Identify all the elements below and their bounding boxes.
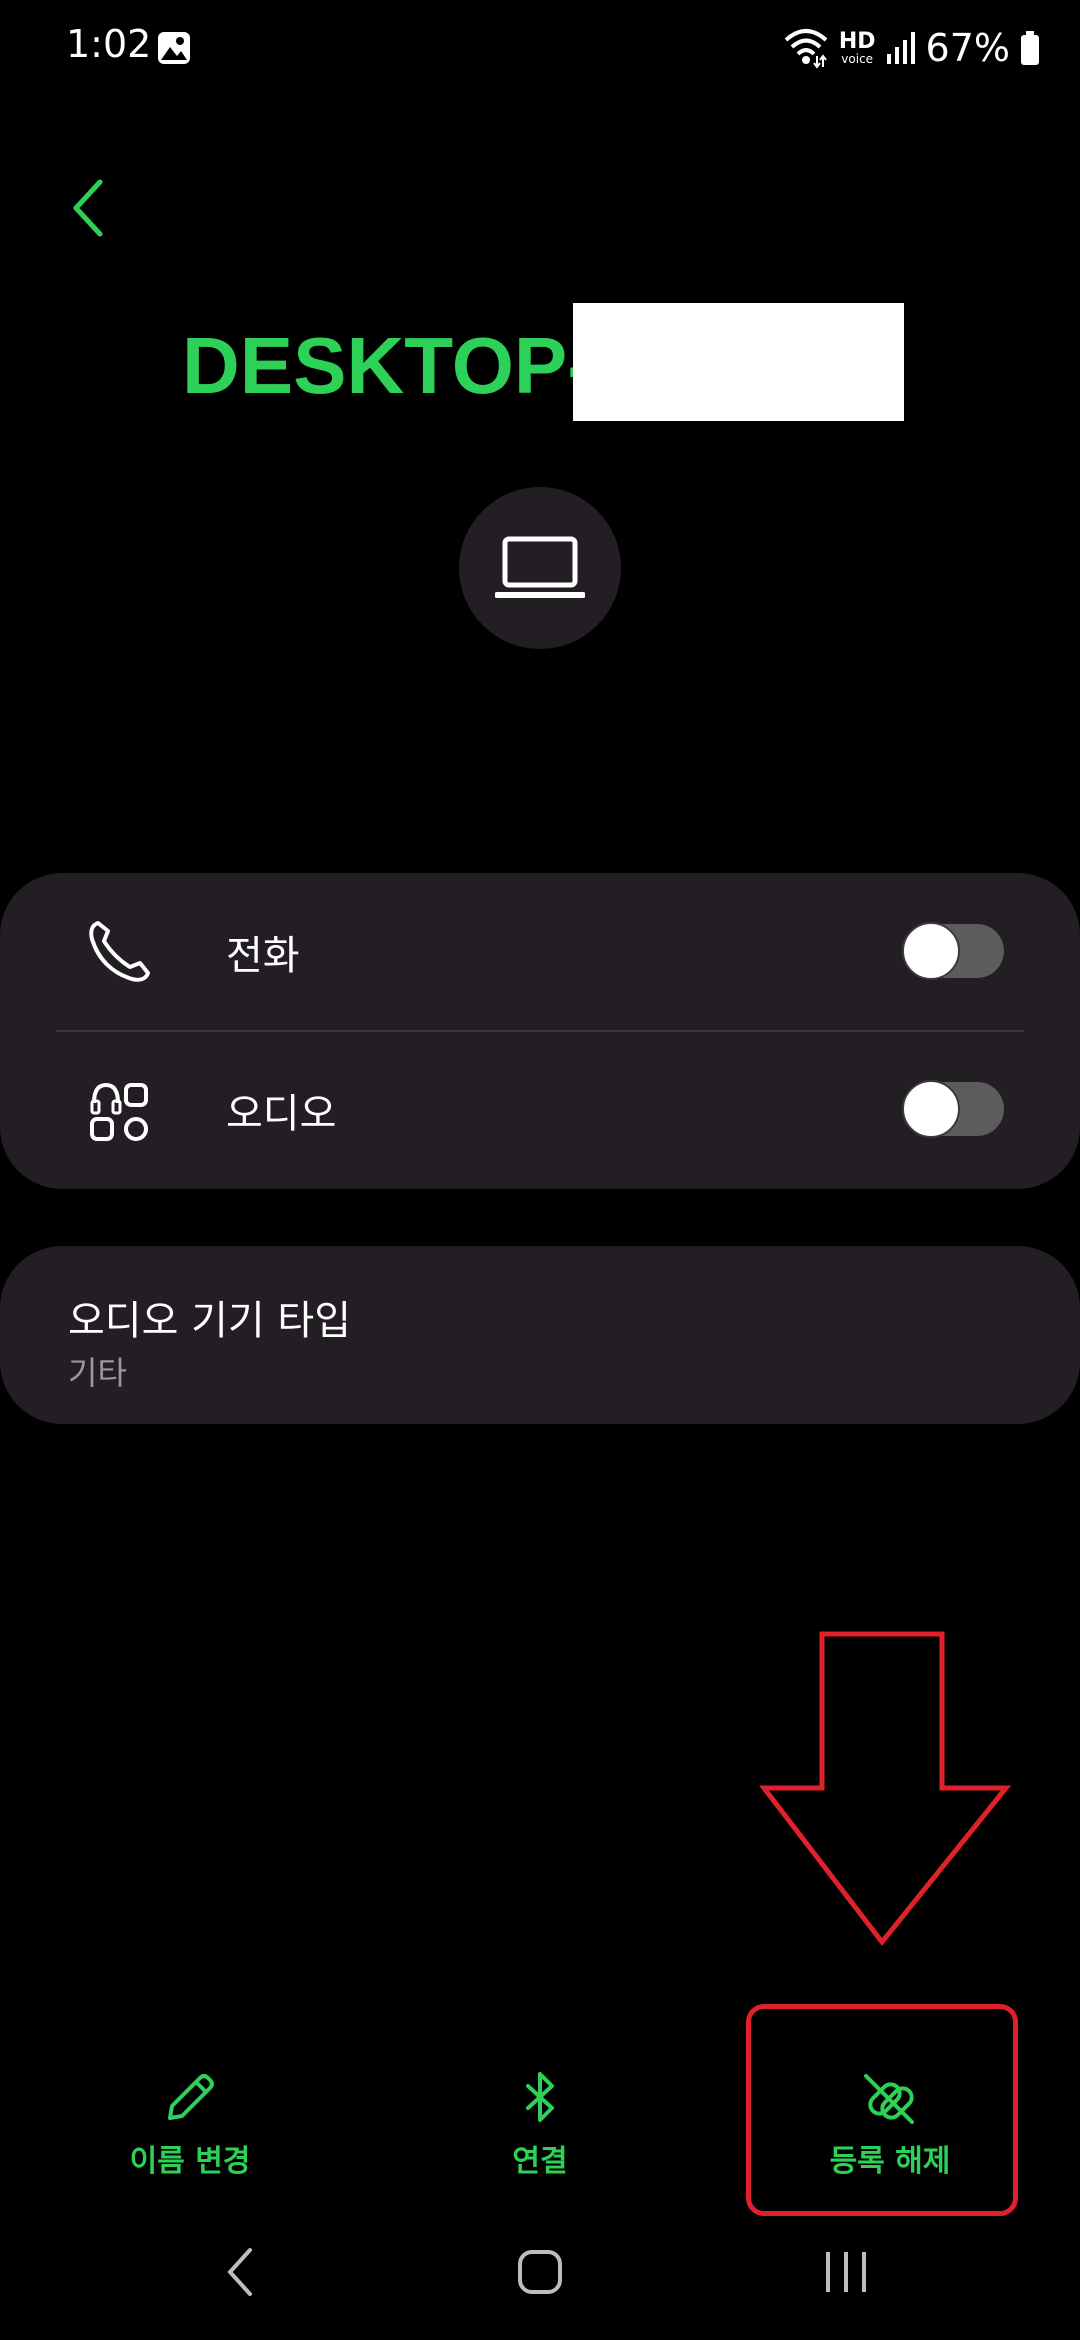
nav-back-icon — [227, 2248, 252, 2296]
audio-device-type-card[interactable]: 오디오 기기 타입 기타 — [0, 1246, 1080, 1424]
battery-percent: 67% — [925, 26, 1010, 70]
status-bar: 1:02 HD voice 67% — [0, 0, 1080, 96]
nav-recents-icon — [826, 2252, 866, 2292]
rename-label: 이름 변경 — [129, 2144, 251, 2179]
profile-label: 오디오 — [226, 1091, 337, 1137]
redaction-box — [573, 303, 904, 421]
gallery-notification-icon — [158, 32, 190, 64]
unpair-button[interactable]: 등록 해제 — [760, 2060, 1020, 2200]
device-icon-container — [459, 487, 621, 649]
device-name-title: DESKTOP- — [182, 321, 594, 410]
connect-button[interactable]: 연결 — [410, 2060, 670, 2200]
status-icons: HD voice 67% — [783, 24, 1040, 72]
pencil-icon — [168, 2074, 214, 2120]
back-arrow-icon[interactable] — [62, 176, 118, 240]
nav-home-icon — [518, 2250, 562, 2294]
unlink-icon — [864, 2074, 914, 2124]
unpair-label: 등록 해제 — [829, 2144, 951, 2179]
audio-type-value: 기타 — [68, 1354, 127, 1392]
wifi-icon — [784, 29, 828, 69]
bluetooth-icon — [526, 2072, 554, 2122]
toggle-knob — [902, 922, 960, 980]
status-time: 1:02 — [66, 22, 152, 66]
laptop-icon — [495, 536, 585, 598]
phone-icon — [89, 921, 150, 982]
nav-recents-button[interactable] — [786, 2232, 906, 2312]
profile-label: 전화 — [226, 933, 300, 979]
audio-type-title: 오디오 기기 타입 — [68, 1298, 352, 1344]
voice-label: voice — [841, 52, 874, 66]
annotation-arrow — [760, 1631, 1012, 1947]
profiles-card: 전화 오디오 — [0, 873, 1080, 1189]
toggle-knob — [902, 1080, 960, 1138]
battery-icon — [1021, 31, 1039, 65]
phone-toggle[interactable] — [902, 922, 1004, 980]
action-bar: 이름 변경 연결 등록 해제 — [0, 2060, 1080, 2200]
device-details-screen: 1:02 HD voice 67% DESKTOP- 전화 오디오 오디오 기기… — [0, 0, 1080, 2340]
signal-icon — [886, 32, 915, 64]
hd-label: HD — [838, 29, 876, 54]
rename-button[interactable]: 이름 변경 — [60, 2060, 320, 2200]
profile-row-phone[interactable]: 전화 — [0, 873, 1080, 1032]
hd-voice-icon: HD voice — [838, 29, 876, 66]
audio-toggle[interactable] — [902, 1080, 1004, 1138]
audio-apps-icon — [90, 1082, 148, 1141]
system-nav-bar — [0, 2232, 1080, 2340]
nav-home-button[interactable] — [480, 2232, 600, 2312]
connect-label: 연결 — [512, 2144, 568, 2179]
profile-row-audio[interactable]: 오디오 — [0, 1031, 1080, 1189]
nav-back-button[interactable] — [180, 2232, 300, 2312]
